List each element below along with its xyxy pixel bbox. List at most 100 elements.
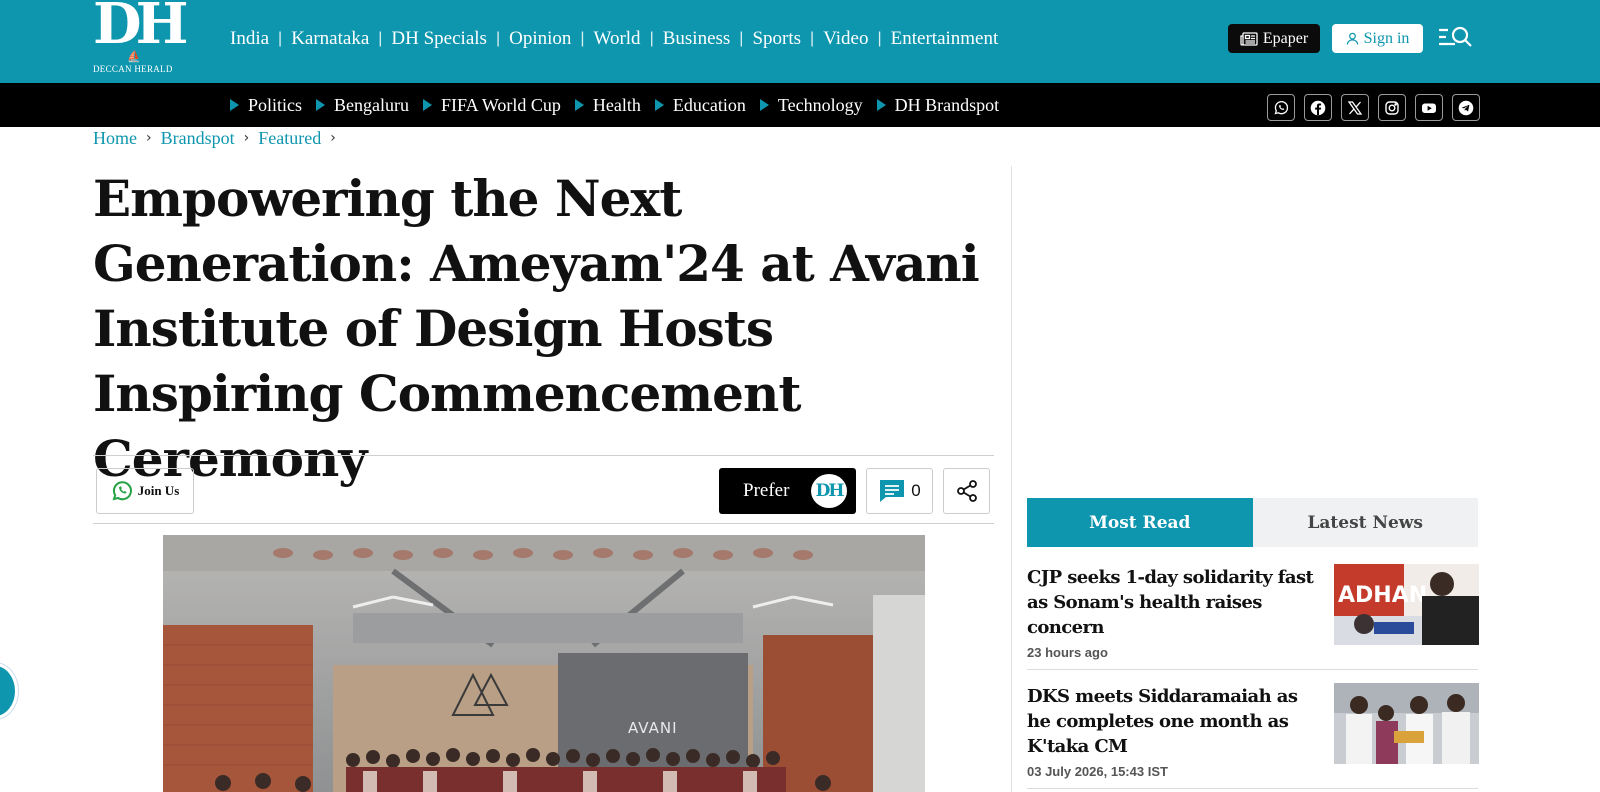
nav-separator: | [649, 30, 654, 47]
divider [1027, 788, 1478, 789]
triangle-icon [876, 99, 886, 111]
nav-separator: | [278, 30, 283, 47]
triangle-icon [316, 99, 326, 111]
epaper-label: Epaper [1262, 29, 1309, 47]
nav-separator: | [877, 30, 882, 47]
news-item-title[interactable]: DKS meets Siddaramaiah as he completes o… [1027, 684, 1317, 759]
x-icon [1347, 100, 1363, 115]
nav-separator: | [739, 30, 744, 47]
divider [1027, 669, 1478, 670]
chevron-right-icon: › [243, 130, 250, 146]
join-us-label: Join Us [137, 483, 180, 498]
avani-sign: AVANI [628, 719, 678, 737]
dh-badge: DH [811, 474, 847, 508]
subnav-label: FIFA World Cup [441, 94, 561, 115]
subnav-item-health[interactable]: Health [574, 94, 641, 116]
comment-icon [880, 480, 905, 502]
x-link[interactable] [1341, 94, 1369, 121]
nav-item-business[interactable]: Business [663, 28, 731, 50]
instagram-icon [1385, 100, 1399, 115]
secondary-nav: Politics Bengaluru FIFA World Cup Health… [230, 93, 1013, 117]
triangle-icon [230, 99, 239, 111]
news-item-time: 03 July 2026, 15:43 IST [1027, 764, 1168, 779]
tab-latest-news[interactable]: Latest News [1252, 498, 1478, 547]
triangle-icon [759, 99, 769, 111]
subnav-item-technology[interactable]: Technology [759, 94, 863, 116]
epaper-button[interactable]: Epaper [1228, 24, 1320, 53]
breadcrumb-brandspot[interactable]: Brandspot [161, 128, 235, 149]
article-title: Empowering the Next Generation: Ameyam'2… [93, 169, 980, 488]
chevron-right-icon: › [330, 130, 336, 146]
nav-separator: | [810, 30, 815, 47]
facebook-icon [1310, 100, 1326, 115]
news-item-thumbnail[interactable] [1334, 683, 1479, 764]
sign-in-button[interactable]: Sign in [1332, 24, 1423, 53]
prefer-dh-button[interactable]: Prefer DH [719, 468, 856, 514]
site-logo[interactable]: DH ⛵ DECCAN HERALD [93, 0, 189, 76]
user-icon [1346, 32, 1358, 45]
triangle-icon [423, 99, 432, 111]
whatsapp-icon [1274, 100, 1289, 114]
telegram-link[interactable] [1452, 94, 1480, 121]
divider [93, 455, 994, 456]
main-nav: India | Karnataka | DH Specials | Opinio… [230, 27, 998, 51]
sign-in-label: Sign in [1363, 29, 1410, 47]
subnav-item-politics[interactable]: Politics [230, 95, 302, 116]
thumbnail-banner-text: ADHAN [1338, 583, 1427, 608]
share-button[interactable] [943, 468, 990, 514]
newspaper-icon [1240, 31, 1258, 46]
nav-item-video[interactable]: Video [823, 28, 868, 50]
whatsapp-link[interactable] [1267, 94, 1295, 121]
news-item-thumbnail[interactable]: ADHAN [1334, 564, 1479, 645]
divider [93, 523, 994, 524]
social-links [1267, 94, 1480, 121]
subnav-item-dh-brandspot[interactable]: DH Brandspot [876, 94, 1000, 116]
prefer-label: Prefer [743, 480, 790, 501]
comments-button[interactable]: 0 [866, 468, 933, 514]
column-divider [1011, 166, 1012, 792]
logo-tagline: DECCAN HERALD [93, 64, 173, 74]
sidebar-tabs: Most Read Latest News [1027, 498, 1478, 547]
breadcrumb: Home › Brandspot › Featured › [93, 127, 345, 149]
logo-mark: DH [93, 0, 189, 57]
youtube-link[interactable] [1415, 94, 1443, 121]
join-us-button[interactable]: Join Us [96, 468, 194, 514]
youtube-icon [1422, 103, 1436, 113]
nav-item-karnataka[interactable]: Karnataka [291, 28, 369, 50]
triangle-icon [654, 99, 664, 111]
breadcrumb-home[interactable]: Home [93, 128, 137, 149]
whatsapp-icon [112, 481, 132, 501]
menu-search-icon[interactable] [1437, 24, 1473, 52]
nav-item-india[interactable]: India [230, 28, 269, 50]
triangle-icon [574, 99, 584, 111]
subnav-label: Bengaluru [334, 94, 409, 115]
site-header: DH ⛵ DECCAN HERALD India | Karnataka | D… [0, 0, 1600, 83]
breadcrumb-featured[interactable]: Featured [258, 128, 321, 149]
subnav-item-bengaluru[interactable]: Bengaluru [316, 95, 409, 116]
article-hero-image: AVANI [163, 535, 925, 792]
subnav-item-education[interactable]: Education [654, 94, 746, 116]
facebook-link[interactable] [1304, 94, 1332, 121]
nav-separator: | [580, 30, 585, 47]
subnav-label: Technology [777, 94, 863, 115]
comment-count: 0 [911, 481, 921, 500]
instagram-link[interactable] [1378, 94, 1406, 121]
nav-separator: | [495, 30, 501, 47]
subnav-item-fifa-world-cup[interactable]: FIFA World Cup [423, 95, 561, 116]
subnav-label: DH Brandspot [894, 94, 1000, 115]
floating-side-button[interactable] [0, 663, 18, 719]
nav-separator: | [378, 30, 383, 47]
chevron-right-icon: › [146, 130, 152, 146]
subnav-label: Health [592, 94, 641, 115]
nav-item-dh-specials[interactable]: DH Specials [391, 28, 487, 50]
news-item-title[interactable]: CJP seeks 1-day solidarity fast as Sonam… [1027, 565, 1317, 640]
nav-item-world[interactable]: World [594, 28, 641, 50]
group-photo-illustration: AVANI [163, 535, 925, 792]
nav-item-opinion[interactable]: Opinion [509, 28, 571, 50]
share-icon [956, 480, 977, 502]
nav-item-entertainment[interactable]: Entertainment [891, 28, 999, 50]
telegram-icon [1458, 100, 1474, 115]
subnav-label: Education [672, 94, 746, 115]
tab-most-read[interactable]: Most Read [1027, 498, 1253, 547]
nav-item-sports[interactable]: Sports [752, 28, 801, 50]
